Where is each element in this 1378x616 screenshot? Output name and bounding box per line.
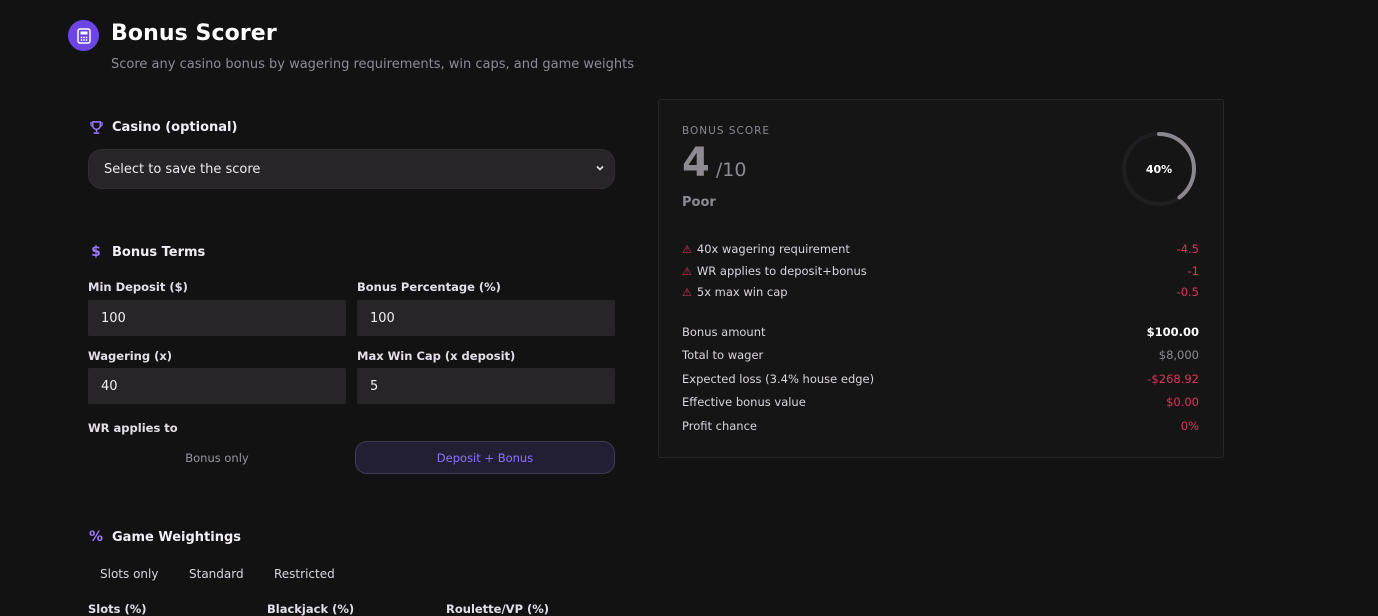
score-display: 4 /10 (682, 140, 746, 186)
penalty-value: -1 (1187, 264, 1199, 278)
bonus-terms-heading-label: Bonus Terms (112, 244, 206, 260)
stat-label: Total to wager (682, 348, 764, 362)
bonus-terms-heading: $ Bonus Terms (88, 244, 205, 260)
wagering-label: Wagering (x) (88, 349, 173, 363)
stat-label: Profit chance (682, 419, 757, 433)
page-title: Bonus Scorer (111, 21, 277, 46)
min-deposit-input[interactable] (88, 300, 346, 336)
bonus-percentage-input[interactable] (357, 300, 615, 336)
casino-heading-label: Casino (optional) (112, 119, 238, 135)
penalty-text: 40x wagering requirement (696, 242, 850, 256)
dollar-icon: $ (91, 244, 101, 260)
stat-row: Total to wager $8,000 (682, 348, 1199, 362)
wagering-input[interactable] (88, 368, 346, 404)
penalty-value: -4.5 (1176, 242, 1199, 256)
score-rating: Poor (682, 195, 716, 210)
casino-select[interactable]: Select to save the score (88, 149, 615, 189)
penalty-text: WR applies to deposit+bonus (696, 264, 867, 278)
penalty-row: ⚠ 40x wagering requirement -4.5 (682, 242, 1199, 256)
stat-row: Effective bonus value $0.00 (682, 395, 1199, 409)
penalty-text: 5x max win cap (696, 285, 788, 299)
wr-deposit-bonus-button[interactable]: Deposit + Bonus (355, 441, 615, 474)
stat-row: Profit chance 0% (682, 419, 1199, 433)
penalty-row: ⚠ WR applies to deposit+bonus -1 (682, 264, 1199, 278)
bonus-percentage-label: Bonus Percentage (%) (357, 280, 501, 294)
penalty-row: ⚠ 5x max win cap -0.5 (682, 285, 1199, 299)
stat-label: Effective bonus value (682, 395, 806, 409)
warning-icon: ⚠ (682, 285, 692, 299)
warning-icon: ⚠ (682, 264, 692, 278)
stat-label: Expected loss (3.4% house edge) (682, 372, 875, 386)
wr-applies-label: WR applies to (88, 421, 178, 435)
casino-select-value: Select to save the score (104, 161, 261, 177)
stat-value: $100.00 (1146, 325, 1199, 339)
trophy-icon (88, 119, 104, 135)
roulette-weight-label: Roulette/VP (%) (446, 602, 550, 616)
preset-standard-button[interactable]: Standard (189, 567, 244, 581)
casino-heading: Casino (optional) (88, 119, 237, 135)
slots-weight-label: Slots (%) (88, 602, 147, 616)
chevron-down-icon (595, 162, 605, 177)
calculator-logo-icon (68, 20, 99, 51)
game-weightings-heading: % Game Weightings (88, 529, 241, 545)
stat-row: Bonus amount $100.00 (682, 325, 1199, 339)
max-win-cap-label: Max Win Cap (x deposit) (357, 349, 516, 363)
page-subtitle: Score any casino bonus by wagering requi… (111, 57, 634, 72)
blackjack-weight-label: Blackjack (%) (267, 602, 355, 616)
wr-bonus-only-button[interactable]: Bonus only (88, 441, 346, 474)
score-value: 4 (682, 140, 710, 186)
warning-icon: ⚠ (682, 242, 692, 256)
preset-slots-only-button[interactable]: Slots only (100, 567, 158, 581)
percent-icon: % (88, 529, 104, 545)
min-deposit-label: Min Deposit ($) (88, 280, 188, 294)
stat-label: Bonus amount (682, 325, 766, 339)
stat-value: $0.00 (1166, 395, 1199, 409)
stat-value: $8,000 (1158, 348, 1199, 362)
bonus-score-label: BONUS SCORE (682, 125, 771, 137)
stat-row: Expected loss (3.4% house edge) -$268.92 (682, 372, 1199, 386)
penalty-value: -0.5 (1176, 285, 1199, 299)
max-win-cap-input[interactable] (357, 368, 615, 404)
preset-restricted-button[interactable]: Restricted (274, 567, 335, 581)
score-max: /10 (715, 159, 747, 181)
game-weightings-heading-label: Game Weightings (112, 529, 242, 545)
stat-value: -$268.92 (1147, 372, 1199, 386)
score-ring-label: 40% (1145, 162, 1173, 176)
score-ring: 40% (1120, 130, 1198, 208)
stat-value: 0% (1180, 419, 1199, 433)
